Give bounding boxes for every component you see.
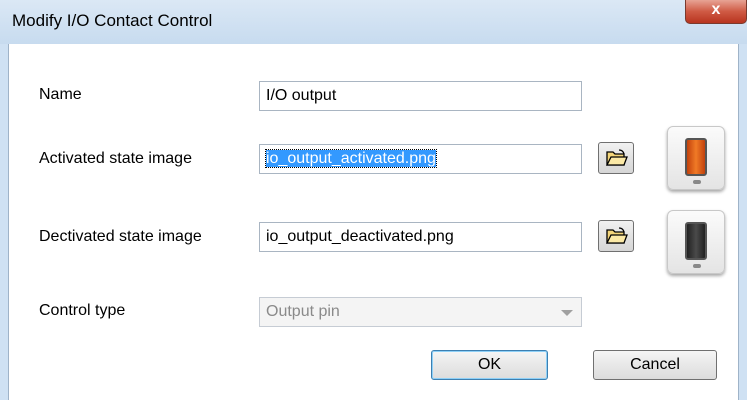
control-type-select[interactable]: Output pin <box>259 297 582 327</box>
dialog-window: Modify I/O Contact Control x Name I/O ou… <box>0 0 747 400</box>
title-bar[interactable]: Modify I/O Contact Control x <box>0 0 747 44</box>
cancel-button[interactable]: Cancel <box>593 350 717 380</box>
open-folder-icon <box>606 149 628 166</box>
close-button[interactable]: x <box>685 0 747 24</box>
activated-image-preview <box>667 126 725 190</box>
dialog-title: Modify I/O Contact Control <box>12 11 213 30</box>
close-icon: x <box>711 1 721 18</box>
deactivated-image-label: Dectivated state image <box>39 228 202 245</box>
deactivated-image-value: io_output_deactivated.png <box>266 228 454 245</box>
chevron-down-icon <box>561 310 573 316</box>
deactivated-image-preview <box>667 210 725 274</box>
activated-image-value: io_output_activated.png <box>265 149 437 168</box>
ok-button-label: OK <box>477 356 502 373</box>
browse-deactivated-button[interactable] <box>598 220 634 252</box>
name-label: Name <box>39 86 82 103</box>
activated-image-label: Activated state image <box>39 150 192 167</box>
deactivated-image-input[interactable]: io_output_deactivated.png <box>259 222 582 252</box>
cancel-button-label: Cancel <box>630 356 680 373</box>
switch-on-orange-icon <box>685 138 707 176</box>
dialog-body: Name I/O output Activated state image io… <box>8 44 739 400</box>
control-type-value: Output pin <box>266 303 340 320</box>
preview-indicator <box>693 180 701 184</box>
preview-indicator <box>693 264 701 268</box>
name-input[interactable]: I/O output <box>259 81 582 111</box>
browse-activated-button[interactable] <box>598 142 634 174</box>
control-type-label: Control type <box>39 302 126 319</box>
ok-button[interactable]: OK <box>431 350 548 380</box>
switch-off-dark-icon <box>685 222 707 260</box>
activated-image-input[interactable]: io_output_activated.png <box>259 144 582 174</box>
open-folder-icon <box>606 227 628 244</box>
name-input-value: I/O output <box>266 87 337 104</box>
